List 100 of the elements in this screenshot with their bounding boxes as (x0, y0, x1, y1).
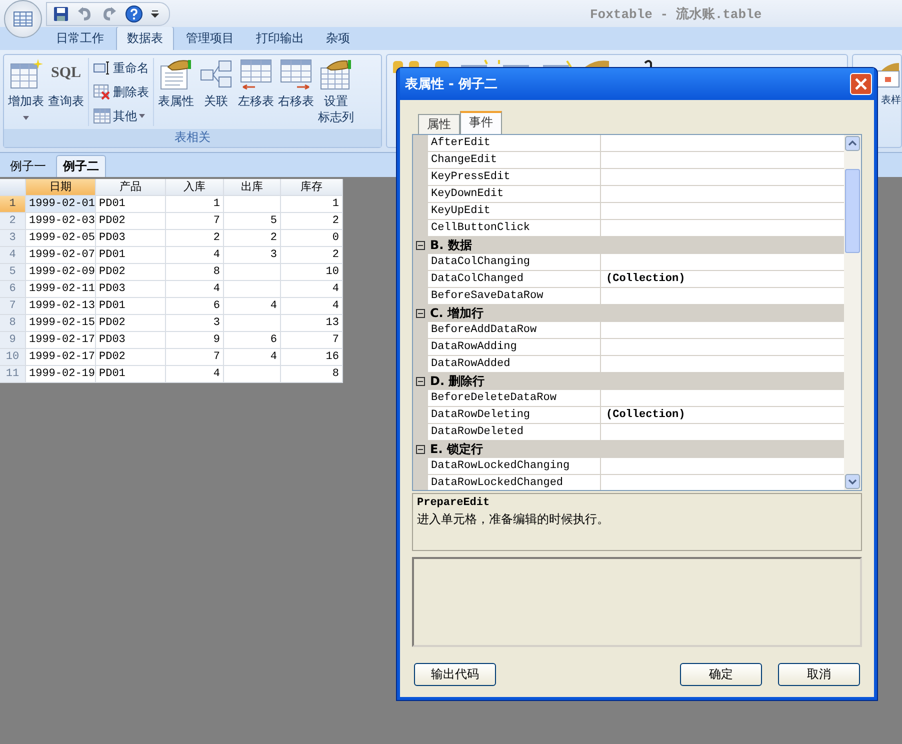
dialog-tab[interactable]: 属性 (418, 114, 460, 134)
scroll-down-icon (845, 474, 860, 489)
table-cell: 2 (224, 230, 281, 247)
ribbon-tab[interactable]: 管理项目 (176, 27, 244, 50)
ribbon-button[interactable]: 表属性 (156, 58, 196, 126)
table-cell: 0 (281, 230, 343, 247)
table-cell: PD03 (96, 332, 166, 349)
close-button[interactable] (850, 73, 872, 95)
dialog-button[interactable]: 确定 (680, 663, 762, 686)
column-header[interactable]: 出库 (224, 179, 281, 196)
ribbon-tab[interactable]: 杂项 (316, 27, 360, 50)
ribbon-button[interactable]: 重命名 (93, 58, 149, 78)
ribbon-button[interactable]: 其他 (93, 106, 149, 126)
table-cell: 2 (281, 247, 343, 264)
code-editor[interactable] (412, 557, 862, 647)
category-label[interactable]: B. 数据 (430, 237, 472, 254)
row-header[interactable]: 9 (0, 332, 26, 349)
collapse-icon[interactable] (416, 241, 425, 250)
row-header[interactable]: 10 (0, 349, 26, 366)
dialog-tab[interactable]: 事件 (460, 111, 502, 134)
collapse-icon[interactable] (416, 377, 425, 386)
table-cell: 5 (224, 213, 281, 230)
column-header[interactable]: 日期 (26, 179, 96, 196)
button-label: 设置 标志列 (318, 93, 354, 125)
row-header[interactable]: 7 (0, 298, 26, 315)
redo-icon[interactable] (101, 6, 117, 22)
table-cell: 1999-02-17 (26, 349, 96, 366)
ribbon-button[interactable]: 关联 (196, 58, 236, 126)
row-header[interactable]: 1 (0, 196, 26, 213)
ribbon-button[interactable]: SQL 查询表 (46, 58, 86, 126)
linked-tables-icon (199, 58, 233, 90)
ribbon-button[interactable]: 右移表 (276, 58, 316, 126)
row-header[interactable]: 3 (0, 230, 26, 247)
ribbon-tab[interactable]: 打印输出 (246, 27, 314, 50)
row-header[interactable]: 11 (0, 366, 26, 383)
category-label[interactable]: D. 删除行 (430, 373, 485, 390)
property-name[interactable]: DataColChanging (428, 254, 601, 271)
hand-on-table-icon (319, 58, 353, 90)
column-header[interactable]: 产品 (96, 179, 166, 196)
table-cell (224, 281, 281, 298)
row-header[interactable]: 2 (0, 213, 26, 230)
property-name[interactable]: DataRowDeleting (428, 407, 601, 424)
property-name[interactable]: DataRowLockedChanging (428, 458, 601, 475)
undo-icon[interactable] (77, 6, 93, 22)
property-name[interactable]: BeforeDeleteDataRow (428, 390, 601, 407)
sheet-tab[interactable]: 例子一 (4, 156, 52, 177)
row-header[interactable]: 8 (0, 315, 26, 332)
scroll-thumb[interactable] (845, 169, 860, 253)
table-cell: 4 (166, 281, 224, 298)
table-cell: 4 (166, 247, 224, 264)
column-header[interactable]: 库存 (281, 179, 343, 196)
table-cell: 16 (281, 349, 343, 366)
property-name[interactable]: ChangeEdit (428, 152, 601, 169)
ribbon-button[interactable]: 左移表 (236, 58, 276, 126)
table-cell: 2 (166, 230, 224, 247)
column-header[interactable]: 入库 (166, 179, 224, 196)
table-cell: 9 (166, 332, 224, 349)
button-label: 查询表 (48, 93, 84, 109)
table-right-arrow-icon (279, 58, 313, 90)
scrollbar[interactable] (844, 135, 861, 490)
sheet-tab[interactable]: 例子二 (56, 155, 106, 177)
property-name[interactable]: KeyUpEdit (428, 203, 601, 220)
save-icon[interactable] (53, 6, 69, 22)
dialog-button[interactable]: 输出代码 (414, 663, 496, 686)
ribbon-button[interactable]: 删除表 (93, 82, 149, 102)
table-cell: 1 (166, 196, 224, 213)
table-cell: PD02 (96, 315, 166, 332)
ribbon-tab[interactable]: 日常工作 (46, 27, 114, 50)
customize-caret-icon[interactable] (151, 10, 159, 18)
property-name[interactable]: KeyPressEdit (428, 169, 601, 186)
collapse-icon[interactable] (416, 445, 425, 454)
ribbon-tab[interactable]: 数据表 (116, 26, 174, 50)
table-cell: 1999-02-03 (26, 213, 96, 230)
property-value[interactable]: (Collection) (601, 271, 844, 288)
property-name[interactable]: DataColChanged (428, 271, 601, 288)
table-cell: PD01 (96, 298, 166, 315)
category-label[interactable]: C. 增加行 (430, 305, 484, 322)
table-cell: 1999-02-13 (26, 298, 96, 315)
row-header[interactable]: 5 (0, 264, 26, 281)
ribbon-button[interactable]: 增加表 (6, 58, 46, 126)
button-label: 左移表 (238, 93, 274, 109)
ribbon-button[interactable]: 设置 标志列 (316, 58, 356, 126)
property-value[interactable]: (Collection) (601, 407, 844, 424)
table-cell: PD01 (96, 247, 166, 264)
category-label[interactable]: E. 锁定行 (430, 441, 483, 458)
table-cell: PD02 (96, 349, 166, 366)
table-cell: 4 (281, 281, 343, 298)
application-menu-button[interactable] (4, 0, 42, 38)
row-header[interactable]: 4 (0, 247, 26, 264)
property-name[interactable]: AfterEdit (428, 135, 601, 152)
property-name[interactable]: KeyDownEdit (428, 186, 601, 203)
collapse-icon[interactable] (416, 309, 425, 318)
delete-table-icon (93, 84, 111, 100)
help-icon[interactable] (125, 4, 143, 22)
dialog-button[interactable]: 取消 (778, 663, 860, 686)
property-name[interactable]: DataRowAdding (428, 339, 601, 356)
table-cell: 8 (166, 264, 224, 281)
row-header[interactable]: 6 (0, 281, 26, 298)
property-name[interactable]: DataRowLockedChanged (428, 475, 601, 490)
property-name[interactable]: BeforeAddDataRow (428, 322, 601, 339)
